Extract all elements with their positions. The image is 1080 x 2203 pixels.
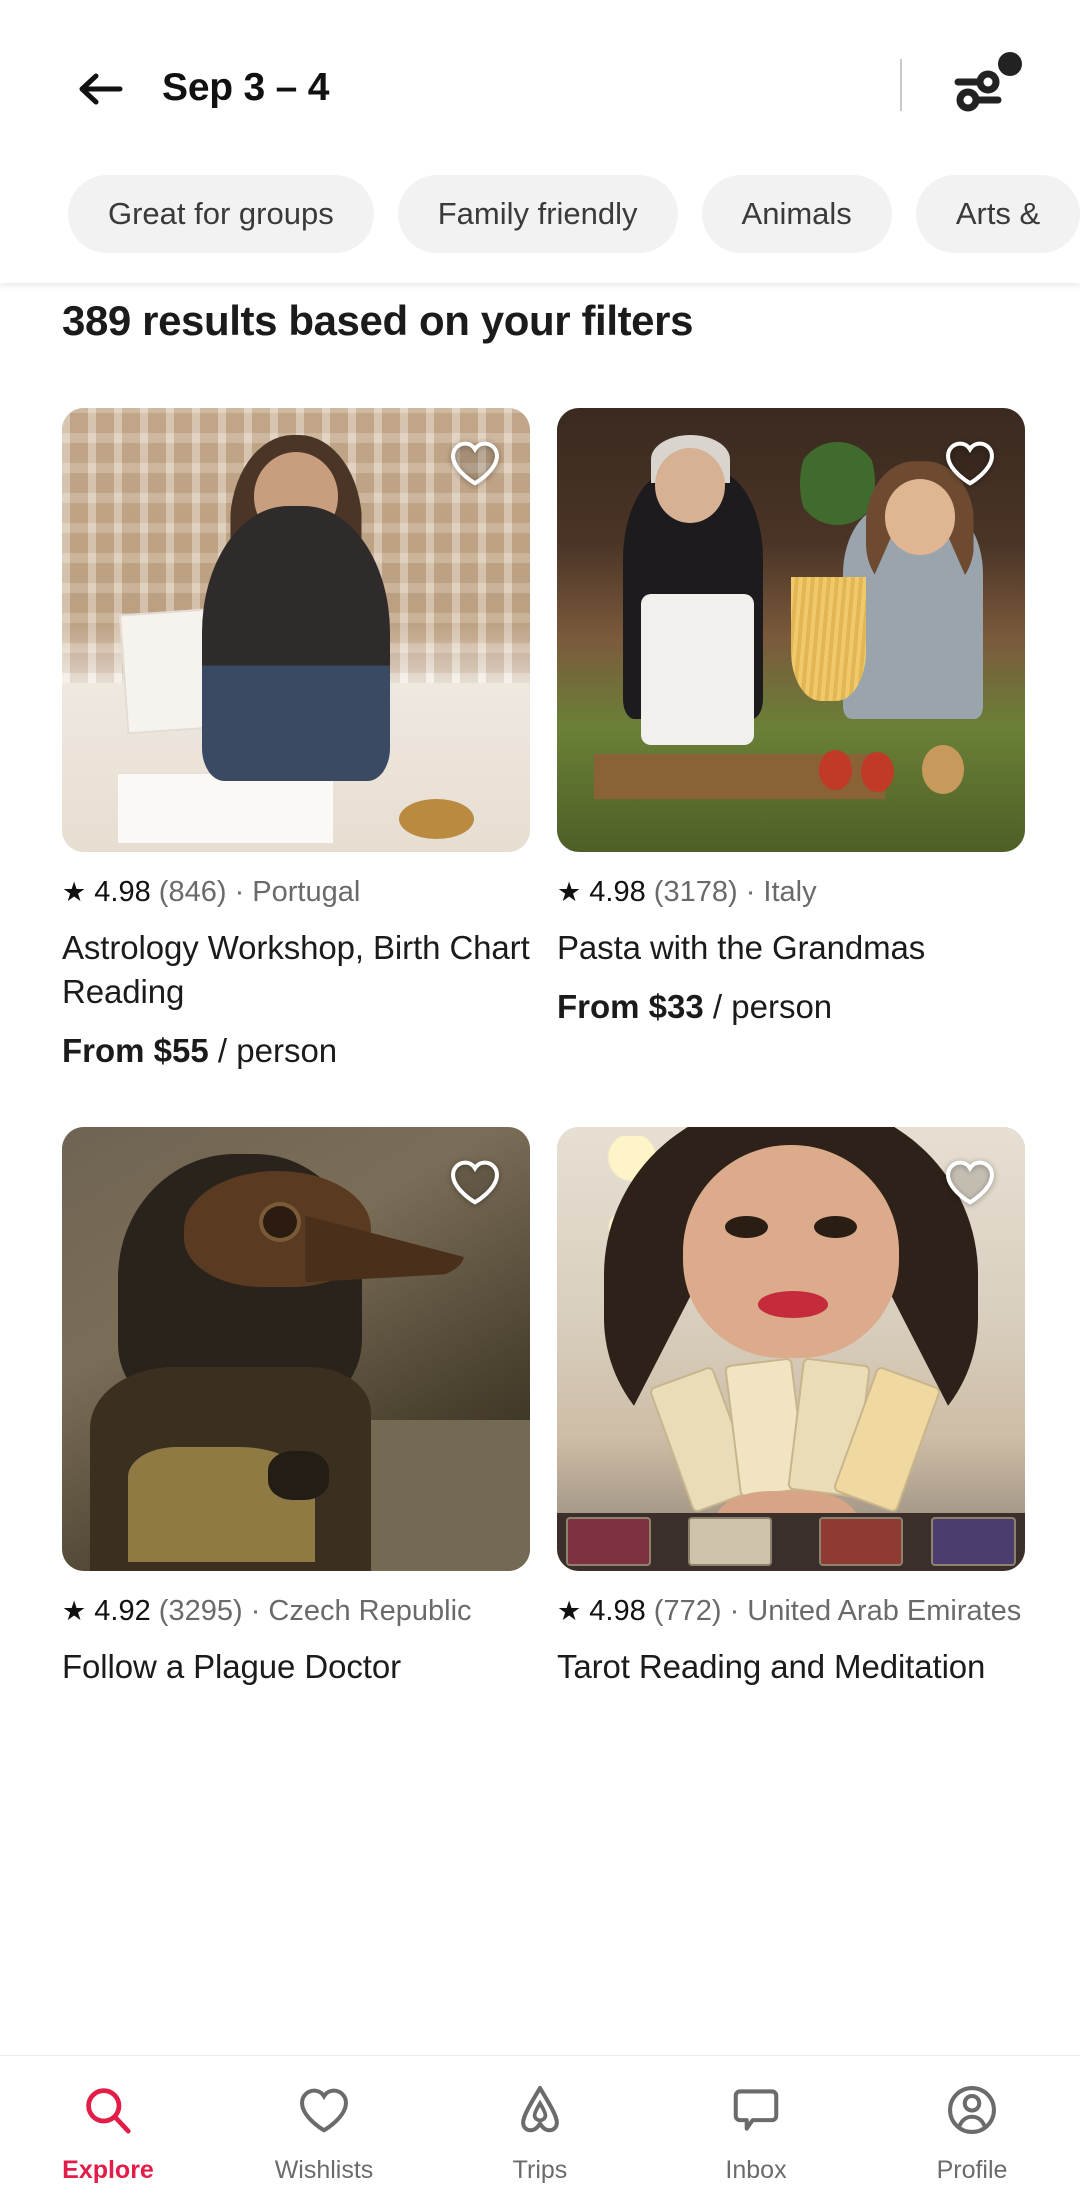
filter-chip-label: Arts & (955, 196, 1041, 231)
meta-separator: · (745, 876, 756, 908)
listing-price-amount: From $55 (62, 1032, 209, 1069)
listing-rating: 4.92 (94, 1595, 151, 1627)
header-top-bar: Sep 3 – 4 (0, 0, 1080, 165)
meta-separator: · (234, 876, 245, 908)
user-circle-icon (945, 2083, 999, 2142)
listing-title: Astrology Workshop, Birth Chart Reading (62, 929, 530, 1010)
star-icon: ★ (557, 1596, 582, 1626)
filter-chip-great-for-groups[interactable]: Great for groups (68, 175, 374, 253)
star-icon: ★ (62, 1596, 87, 1626)
listing-review-count: (3295) (158, 1595, 243, 1627)
back-arrow-icon (76, 69, 124, 109)
listing-price-unit: / person (712, 988, 833, 1025)
nav-label: Profile (936, 2156, 1008, 2184)
meta-separator: · (250, 1595, 261, 1627)
listing-row: ★ 4.98 (846) · Portugal Astrology Worksh… (0, 408, 1080, 1072)
listing-review-count: (772) (653, 1595, 722, 1627)
favorite-heart-icon[interactable] (943, 436, 997, 490)
listing-grid: ★ 4.98 (846) · Portugal Astrology Worksh… (0, 408, 1080, 1689)
filter-chip-family-friendly[interactable]: Family friendly (397, 175, 678, 253)
header-actions (900, 52, 1080, 118)
heart-icon (297, 2083, 351, 2142)
favorite-heart-icon[interactable] (448, 1155, 502, 1209)
listing-location: Portugal (252, 876, 361, 908)
content-fade-mask (0, 2037, 1080, 2055)
nav-label: Trips (512, 2156, 568, 2184)
filter-chips-row[interactable]: Great for groups Family friendly Animals… (0, 168, 1080, 260)
nav-label: Wishlists (274, 2156, 374, 2184)
listing-price: From $33 / person (557, 986, 1025, 1028)
listing-rating-location: ★ 4.98 (772) · United Arab Emirates (557, 1593, 1025, 1629)
nav-item-explore[interactable]: Explore (0, 2056, 216, 2203)
nav-item-trips[interactable]: Trips (432, 2056, 648, 2203)
listing-row: ★ 4.92 (3295) · Czech Republic Follow a … (0, 1127, 1080, 1689)
listing-image[interactable] (62, 408, 530, 852)
airbnb-bellhop-icon (513, 2083, 567, 2142)
results-count-heading: 389 results based on your filters (62, 297, 694, 344)
listing-card[interactable]: ★ 4.98 (846) · Portugal Astrology Worksh… (62, 408, 530, 1072)
listing-rating-location: ★ 4.98 (3178) · Italy (557, 874, 1025, 910)
listing-rating: 4.98 (94, 876, 151, 908)
filter-chip-arts[interactable]: Arts & (915, 175, 1080, 253)
search-results-screen: Sep 3 – 4 Great for groups Family friend… (0, 0, 1080, 2203)
nav-item-profile[interactable]: Profile (864, 2056, 1080, 2203)
chat-bubble-icon (729, 2083, 783, 2142)
listing-image[interactable] (62, 1127, 530, 1571)
notification-dot-badge (998, 52, 1022, 76)
listing-rating-location: ★ 4.92 (3295) · Czech Republic (62, 1593, 530, 1629)
listing-location: United Arab Emirates (747, 1595, 1022, 1627)
favorite-heart-icon[interactable] (448, 436, 502, 490)
search-icon (81, 2083, 135, 2142)
listing-image[interactable] (557, 408, 1025, 852)
filter-button[interactable] (948, 52, 1028, 118)
listing-price-amount: From $33 (557, 988, 704, 1025)
favorite-heart-icon[interactable] (943, 1155, 997, 1209)
listing-card[interactable]: ★ 4.98 (3178) · Italy Pasta with the Gra… (557, 408, 1025, 1072)
meta-separator: · (729, 1595, 740, 1627)
filter-chip-animals[interactable]: Animals (701, 175, 892, 253)
listing-review-count: (846) (158, 876, 227, 908)
header-divider (900, 59, 902, 111)
nav-label: Explore (62, 2156, 154, 2184)
listing-location: Italy (763, 876, 817, 908)
listing-image[interactable] (557, 1127, 1025, 1571)
listing-rating: 4.98 (589, 876, 646, 908)
nav-item-inbox[interactable]: Inbox (648, 2056, 864, 2203)
back-button[interactable] (72, 68, 128, 110)
listing-price: From $55 / person (62, 1030, 530, 1072)
nav-item-wishlists[interactable]: Wishlists (216, 2056, 432, 2203)
filter-chip-label: Animals (741, 196, 852, 231)
listing-title: Tarot Reading and Meditation (557, 1648, 986, 1685)
bottom-navigation-bar: Explore Wishlists Trips Inbox Profile (0, 2055, 1080, 2203)
listing-price-unit: / person (217, 1032, 338, 1069)
app-header: Sep 3 – 4 Great for groups Family friend… (0, 0, 1080, 283)
listing-title: Pasta with the Grandmas (557, 929, 926, 966)
listing-rating-location: ★ 4.98 (846) · Portugal (62, 874, 530, 910)
filter-chip-label: Great for groups (108, 196, 334, 231)
page-title: Sep 3 – 4 (162, 66, 330, 109)
star-icon: ★ (62, 877, 87, 907)
listing-rating: 4.98 (589, 1595, 646, 1627)
listing-title: Follow a Plague Doctor (62, 1648, 401, 1685)
listing-location: Czech Republic (268, 1595, 472, 1627)
listing-review-count: (3178) (653, 876, 738, 908)
filter-chip-label: Family friendly (437, 196, 638, 231)
listing-card[interactable]: ★ 4.92 (3295) · Czech Republic Follow a … (62, 1127, 530, 1689)
star-icon: ★ (557, 877, 582, 907)
nav-label: Inbox (725, 2156, 787, 2184)
listing-card[interactable]: ★ 4.98 (772) · United Arab Emirates Taro… (557, 1127, 1025, 1689)
